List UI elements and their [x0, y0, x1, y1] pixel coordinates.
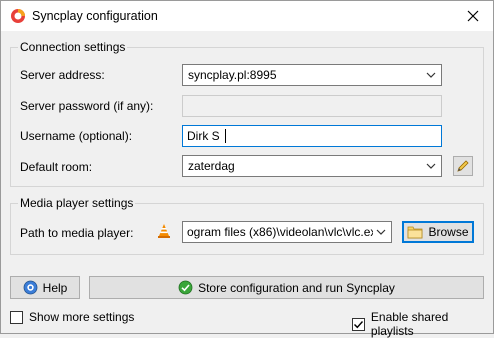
default-room-combo[interactable]: zaterdag [182, 155, 442, 177]
default-room-label: Default room: [20, 160, 93, 174]
chevron-down-icon [374, 225, 388, 239]
close-icon [467, 10, 479, 22]
edit-room-button[interactable] [453, 156, 473, 176]
connection-settings-title: Connection settings [18, 40, 128, 54]
server-address-value: syncplay.pl:8995 [188, 68, 277, 82]
help-label: Help [42, 280, 68, 295]
checkmark-icon [354, 320, 364, 328]
username-field[interactable]: Dirk S [182, 125, 442, 147]
check-circle-icon [178, 280, 193, 295]
chevron-down-icon [424, 159, 438, 173]
checkbox-box[interactable] [10, 310, 23, 324]
window-title: Syncplay configuration [32, 9, 158, 23]
store-and-run-label: Store configuration and run Syncplay [198, 280, 395, 295]
username-value: Dirk S [187, 129, 220, 143]
text-caret [225, 129, 226, 143]
help-button[interactable]: Help [10, 276, 80, 299]
default-room-value: zaterdag [188, 159, 235, 173]
media-player-settings-title: Media player settings [18, 196, 136, 210]
checkbox-box[interactable] [352, 317, 365, 331]
browse-label: Browse [428, 225, 469, 239]
show-more-settings-checkbox[interactable]: Show more settings [10, 310, 134, 324]
media-path-label: Path to media player: [20, 226, 134, 240]
chevron-down-icon [424, 68, 438, 82]
help-icon [23, 280, 38, 295]
close-button[interactable] [453, 1, 493, 31]
username-label: Username (optional): [20, 129, 133, 143]
server-password-label: Server password (if any): [20, 99, 154, 113]
syncplay-logo-icon [10, 8, 26, 24]
browse-button[interactable]: Browse [402, 221, 474, 243]
server-address-combo[interactable]: syncplay.pl:8995 [182, 64, 442, 86]
vlc-cone-icon [156, 223, 172, 239]
show-more-settings-label: Show more settings [29, 310, 135, 324]
syncplay-config-window: Syncplay configuration Connection settin… [0, 0, 494, 338]
server-address-label: Server address: [20, 68, 105, 82]
media-path-combo[interactable]: ogram files (x86)\videolan\vlc\vlc.exe [182, 221, 392, 243]
title-bar[interactable]: Syncplay configuration [1, 1, 493, 31]
media-path-value: ogram files (x86)\videolan\vlc\vlc.exe [187, 225, 373, 239]
store-and-run-button[interactable]: Store configuration and run Syncplay [89, 276, 484, 299]
server-password-field[interactable] [182, 95, 442, 117]
pencil-icon [457, 160, 469, 172]
folder-icon [407, 225, 423, 239]
